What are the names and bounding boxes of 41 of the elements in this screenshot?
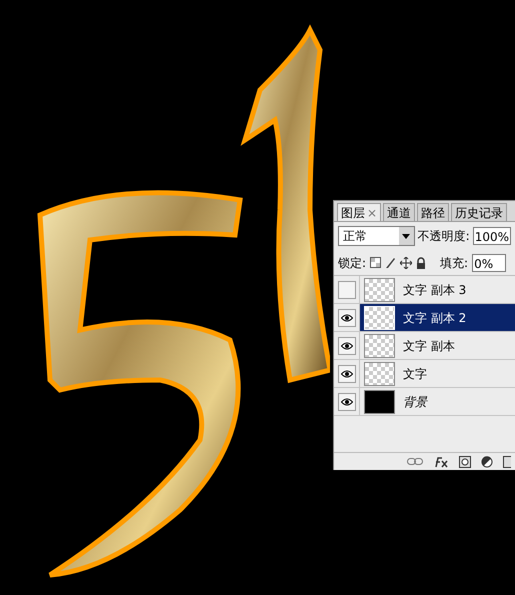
lock-icon[interactable] — [416, 256, 426, 268]
visibility-box[interactable] — [338, 308, 356, 326]
layer-thumbnail — [364, 362, 395, 386]
layer-row[interactable]: 文字 副本 2 — [334, 304, 515, 332]
visibility-box[interactable] — [338, 336, 356, 354]
layer-name: 文字 — [403, 366, 427, 382]
layer-thumbnail — [364, 390, 395, 414]
layer-row[interactable]: 文字 — [334, 360, 515, 388]
visibility-box[interactable] — [338, 392, 356, 410]
close-icon[interactable]: × — [367, 204, 378, 222]
eye-icon — [340, 342, 352, 350]
link-icon[interactable] — [407, 458, 423, 465]
adjustment-icon[interactable] — [481, 456, 493, 468]
layer-name: 文字 副本 — [403, 338, 455, 354]
panel-tab[interactable]: 图层 × — [337, 203, 382, 221]
panel-tab[interactable]: 历史记录 — [451, 203, 508, 221]
fill-field[interactable]: 0% — [472, 254, 506, 272]
visibility-box[interactable] — [338, 364, 356, 382]
panel-tab[interactable]: 路径 — [417, 203, 450, 221]
effects-icon[interactable] — [433, 456, 449, 468]
eye-icon — [340, 314, 352, 322]
layer-row[interactable]: 文字 副本 — [334, 332, 515, 360]
lock-transparency-icon[interactable] — [370, 257, 382, 268]
layer-thumbnail — [364, 334, 395, 358]
fill-label: 填充: — [440, 254, 468, 272]
opacity-field[interactable]: 100% — [472, 227, 511, 245]
eye-icon — [340, 398, 352, 406]
layer-row[interactable]: 文字 副本 3 — [334, 276, 515, 304]
layer-thumbnail — [364, 306, 395, 330]
eye-icon — [340, 370, 352, 378]
layer-name: 文字 副本 3 — [403, 282, 466, 298]
opacity-label: 不透明度: — [418, 228, 470, 245]
layer-row[interactable]: 背景 — [334, 388, 515, 416]
mask-icon[interactable] — [459, 456, 471, 468]
blend-mode-dropdown[interactable]: 正常 — [338, 226, 415, 246]
panel-tab[interactable]: 通道 — [383, 203, 416, 221]
layer-name: 背景 — [403, 394, 427, 410]
lock-label: 锁定: — [338, 254, 366, 272]
layer-name: 文字 副本 2 — [403, 310, 466, 326]
layer-thumbnail — [364, 278, 395, 302]
move-icon[interactable] — [400, 256, 412, 268]
